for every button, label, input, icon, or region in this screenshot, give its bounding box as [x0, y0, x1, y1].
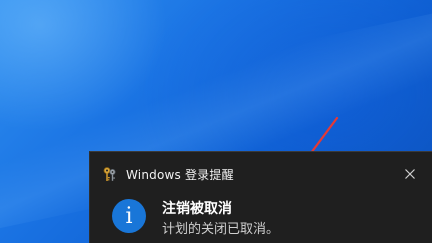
info-icon-glyph: i: [125, 203, 133, 229]
notification-message: 计划的关闭已取消。: [162, 222, 280, 237]
close-button[interactable]: [402, 166, 418, 182]
info-icon: i: [112, 199, 146, 233]
close-icon: [405, 169, 415, 179]
toast-header: Windows 登录提醒: [102, 164, 234, 184]
notification-toast[interactable]: Windows 登录提醒 i 注销被取消 计划的关闭已取消。: [89, 151, 432, 243]
keys-icon: [102, 166, 118, 182]
notification-title: 注销被取消: [162, 201, 232, 217]
notification-app-name: Windows 登录提醒: [126, 167, 234, 182]
